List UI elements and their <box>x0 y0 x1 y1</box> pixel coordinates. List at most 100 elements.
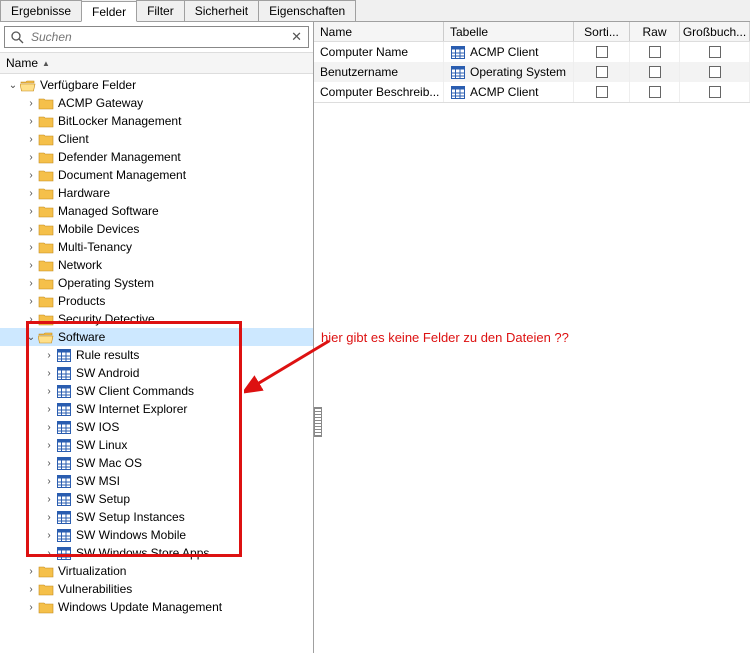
tree-item-label: Products <box>58 294 105 308</box>
tree-item[interactable]: › Hardware <box>0 184 313 202</box>
tab-ergebnisse[interactable]: Ergebnisse <box>0 0 82 21</box>
tree-item[interactable]: › SW MSI <box>0 472 313 490</box>
tree-item[interactable]: › Vulnerabilities <box>0 580 313 598</box>
checkbox[interactable] <box>596 86 608 98</box>
tree-item[interactable]: › SW Internet Explorer <box>0 400 313 418</box>
collapse-icon[interactable]: ⌄ <box>6 80 20 91</box>
col-grossbuchstaben[interactable]: Großbuch... <box>680 22 750 41</box>
tree-item[interactable]: › Network <box>0 256 313 274</box>
folder-icon <box>38 582 54 596</box>
tree-item[interactable]: › Multi-Tenancy <box>0 238 313 256</box>
cell-grossbuch[interactable] <box>680 62 750 82</box>
cell-sort[interactable] <box>574 62 630 82</box>
tree-item[interactable]: › Virtualization <box>0 562 313 580</box>
expand-icon[interactable]: › <box>42 404 56 415</box>
expand-icon[interactable]: › <box>24 566 38 577</box>
expand-icon[interactable]: › <box>24 98 38 109</box>
expand-icon[interactable]: › <box>24 134 38 145</box>
expand-icon[interactable]: › <box>24 584 38 595</box>
expand-icon[interactable]: › <box>42 440 56 451</box>
expand-icon[interactable]: › <box>42 350 56 361</box>
expand-icon[interactable]: › <box>24 152 38 163</box>
expand-icon[interactable]: › <box>42 548 56 559</box>
tree-column-header[interactable]: Name ▲ <box>0 52 313 74</box>
expand-icon[interactable]: › <box>24 242 38 253</box>
expand-icon[interactable]: › <box>42 458 56 469</box>
tab-eigenschaften[interactable]: Eigenschaften <box>258 0 356 21</box>
tree-item[interactable]: › SW Android <box>0 364 313 382</box>
checkbox[interactable] <box>649 86 661 98</box>
expand-icon[interactable]: › <box>42 422 56 433</box>
table-row[interactable]: Computer Beschreib... ACMP Client <box>314 82 750 102</box>
tree-item[interactable]: › SW Mac OS <box>0 454 313 472</box>
expand-icon[interactable]: › <box>24 188 38 199</box>
expand-icon[interactable]: › <box>24 314 38 325</box>
tree-item[interactable]: › Client <box>0 130 313 148</box>
tree-item[interactable]: ⌄ Verfügbare Felder <box>0 76 313 94</box>
tree-item[interactable]: › Document Management <box>0 166 313 184</box>
expand-icon[interactable]: › <box>42 368 56 379</box>
expand-icon[interactable]: › <box>24 260 38 271</box>
expand-icon[interactable]: › <box>24 296 38 307</box>
tree-item[interactable]: › SW Linux <box>0 436 313 454</box>
checkbox[interactable] <box>649 46 661 58</box>
tree-item[interactable]: › Managed Software <box>0 202 313 220</box>
cell-sort[interactable] <box>574 82 630 102</box>
checkbox[interactable] <box>709 86 721 98</box>
expand-icon[interactable]: › <box>24 206 38 217</box>
tree-item[interactable]: › Rule results <box>0 346 313 364</box>
col-raw[interactable]: Raw <box>630 22 680 41</box>
checkbox[interactable] <box>596 46 608 58</box>
col-sortierung[interactable]: Sorti... <box>574 22 630 41</box>
cell-raw[interactable] <box>630 62 680 82</box>
cell-raw[interactable] <box>630 82 680 102</box>
cell-grossbuch[interactable] <box>680 42 750 62</box>
tree-item[interactable]: › ACMP Gateway <box>0 94 313 112</box>
clear-search-icon[interactable]: ✕ <box>289 29 304 45</box>
col-name[interactable]: Name <box>314 22 444 41</box>
expand-icon[interactable]: › <box>24 278 38 289</box>
tree-item[interactable]: › BitLocker Management <box>0 112 313 130</box>
cell-tabelle: ACMP Client <box>444 82 574 102</box>
checkbox[interactable] <box>596 66 608 78</box>
tree-item[interactable]: › SW Setup <box>0 490 313 508</box>
checkbox[interactable] <box>709 66 721 78</box>
expand-icon[interactable]: › <box>24 224 38 235</box>
tree-item[interactable]: › Products <box>0 292 313 310</box>
table-row[interactable]: Benutzername Operating System <box>314 62 750 82</box>
tab-filter[interactable]: Filter <box>136 0 185 21</box>
col-tabelle[interactable]: Tabelle <box>444 22 574 41</box>
expand-icon[interactable]: › <box>42 530 56 541</box>
checkbox[interactable] <box>649 66 661 78</box>
tree-item[interactable]: › Defender Management <box>0 148 313 166</box>
expand-icon[interactable]: › <box>24 170 38 181</box>
tab-sicherheit[interactable]: Sicherheit <box>184 0 259 21</box>
search-input[interactable] <box>29 29 289 45</box>
cell-grossbuch[interactable] <box>680 82 750 102</box>
expand-icon[interactable]: › <box>24 602 38 613</box>
splitter-handle[interactable] <box>314 407 322 437</box>
field-tree[interactable]: ⌄ Verfügbare Felder› ACMP Gateway› BitLo… <box>0 74 313 653</box>
expand-icon[interactable]: › <box>42 386 56 397</box>
expand-icon[interactable]: › <box>42 494 56 505</box>
tree-item[interactable]: › Security Detective <box>0 310 313 328</box>
tree-item[interactable]: › SW Windows Store Apps <box>0 544 313 562</box>
tree-item[interactable]: › Mobile Devices <box>0 220 313 238</box>
cell-sort[interactable] <box>574 42 630 62</box>
cell-raw[interactable] <box>630 42 680 62</box>
tree-item[interactable]: › SW IOS <box>0 418 313 436</box>
folder-icon <box>38 114 54 128</box>
collapse-icon[interactable]: ⌄ <box>24 332 38 343</box>
tree-item[interactable]: › SW Windows Mobile <box>0 526 313 544</box>
expand-icon[interactable]: › <box>42 476 56 487</box>
expand-icon[interactable]: › <box>42 512 56 523</box>
tree-item[interactable]: › Operating System <box>0 274 313 292</box>
tree-item[interactable]: ⌄ Software <box>0 328 313 346</box>
tree-item[interactable]: › SW Client Commands <box>0 382 313 400</box>
tree-item[interactable]: › SW Setup Instances <box>0 508 313 526</box>
expand-icon[interactable]: › <box>24 116 38 127</box>
tree-item[interactable]: › Windows Update Management <box>0 598 313 616</box>
checkbox[interactable] <box>709 46 721 58</box>
tab-felder[interactable]: Felder <box>81 1 137 22</box>
table-row[interactable]: Computer Name ACMP Client <box>314 42 750 62</box>
